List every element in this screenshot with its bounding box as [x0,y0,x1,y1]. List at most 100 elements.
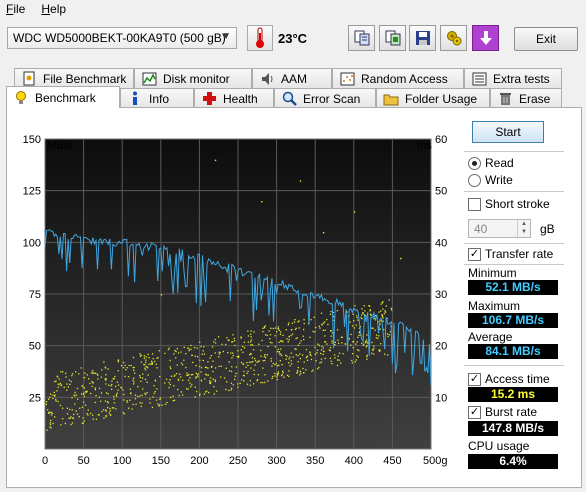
access-time-point [334,344,336,346]
access-time-point [96,373,98,375]
access-time-point [257,374,259,376]
read-radio[interactable]: Read [468,156,514,170]
access-time-point [126,367,128,369]
write-radio[interactable]: Write [468,173,513,187]
access-time-point [353,327,356,329]
tab-erase[interactable]: Erase [490,88,562,108]
tab-disk-monitor[interactable]: Disk monitor [134,68,252,88]
access-time-point [285,329,287,331]
access-time-point [78,373,80,375]
tab-error-scan[interactable]: Error Scan [274,88,376,108]
access-time-point [173,353,175,355]
access-time-point [228,370,231,372]
access-time-point [365,342,367,344]
tab-benchmark[interactable]: Benchmark [6,86,120,108]
access-time-point [366,341,368,343]
access-time-point [324,357,326,360]
access-time-point [101,369,103,371]
access-time-point [258,343,260,345]
access-time-point [174,374,176,376]
access-time-point [169,366,171,368]
access-time-point [288,375,290,377]
access-time-point [111,380,113,382]
extra-tests-icon [471,71,487,87]
short-stroke-spinner[interactable]: 40 ▲ ▼ [468,219,531,238]
y-left-tick-label: 100 [23,237,41,249]
access-time-point [66,383,68,385]
access-time-point [234,340,236,342]
tab-folder-usage[interactable]: Folder Usage [376,88,490,108]
save-button[interactable] [409,25,436,51]
access-time-point [253,373,255,376]
access-time-point [104,400,107,402]
copy-text-button[interactable] [348,25,375,51]
access-time-point [125,369,127,371]
spinner-arrows-icon[interactable]: ▲ ▼ [517,220,530,237]
download-button[interactable] [472,25,499,51]
access-time-point [211,346,214,348]
lightbulb-icon [13,90,29,106]
access-time-point [146,392,148,394]
access-time-point [279,353,281,355]
access-time-point [268,330,270,332]
tab-health[interactable]: Health [194,88,274,108]
y-left-tick-label: 150 [23,134,41,146]
access-time-point [309,351,311,353]
menu-bar: File Help [0,0,586,18]
magnifier-icon [281,91,297,107]
access-time-point [75,394,78,396]
access-time-point [159,397,161,399]
exit-button[interactable]: Exit [514,27,578,51]
tab-extra-tests[interactable]: Extra tests [464,68,562,88]
access-time-point [137,386,139,388]
drive-select[interactable]: WDC WD5000BEKT-00KA9T0 (500 gB) ▼ [7,27,237,49]
access-time-point [160,294,163,296]
tab-file-benchmark[interactable]: File Benchmark [14,68,134,88]
access-time-point [274,375,276,377]
transfer-rate-checkbox[interactable]: ✓ Transfer rate [468,247,553,261]
access-time-point [168,347,170,349]
access-time-value: 15.2 ms [468,387,558,402]
copy-screenshot-button[interactable] [379,25,406,51]
access-time-point [360,316,362,319]
tab-info[interactable]: Info [120,88,194,108]
burst-rate-box: ✓ [468,405,481,419]
tab-aam[interactable]: AAM [252,68,332,88]
access-time-point [191,354,193,357]
access-time-point [134,372,136,374]
access-time-point [181,394,184,396]
tab-label: AAM [281,71,308,86]
access-time-point [195,377,197,379]
access-time-point [123,413,126,415]
access-time-point [366,356,368,358]
access-time-point [324,329,326,331]
access-time-point [351,359,353,362]
access-time-point [72,417,75,420]
access-time-point [185,353,187,355]
access-time-point [60,424,62,426]
access-time-point [108,412,110,414]
access-time-point [281,373,284,376]
start-button[interactable]: Start [472,121,544,143]
access-time-point [93,372,95,374]
access-time-checkbox[interactable]: ✓ Access time [468,372,550,386]
access-time-point [391,309,393,311]
access-time-point [318,344,320,347]
access-time-point [56,375,58,377]
read-radio-circle [468,156,481,170]
access-time-point [83,387,86,389]
access-time-point [139,353,141,355]
access-time-point [382,308,384,310]
options-button[interactable] [440,25,467,51]
access-time-point [95,395,97,397]
burst-rate-checkbox[interactable]: ✓ Burst rate [468,405,537,419]
access-time-point [83,395,85,397]
access-time-point [388,334,390,336]
tab-random-access[interactable]: Random Access [332,68,464,88]
access-time-point [88,378,90,380]
short-stroke-checkbox[interactable]: Short stroke [468,197,550,211]
access-time-point [266,354,268,356]
access-time-point [285,354,287,356]
menu-help[interactable]: Help [41,2,66,16]
menu-file[interactable]: File [6,2,25,16]
